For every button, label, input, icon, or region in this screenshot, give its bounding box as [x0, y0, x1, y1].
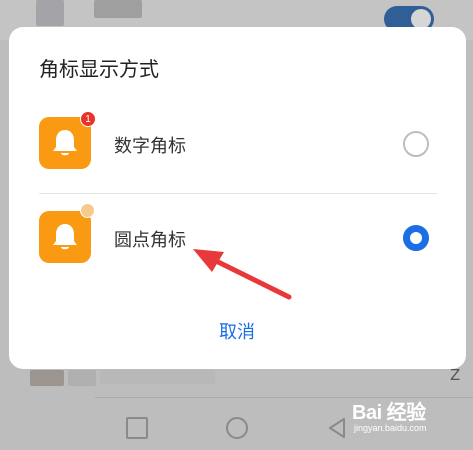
option-label-number: 数字角标 [114, 136, 186, 157]
bell-icon [39, 211, 91, 263]
dialog-title: 角标显示方式 [39, 57, 159, 81]
option-divider [39, 193, 437, 194]
background-blurred-text-2 [68, 370, 96, 386]
watermark-url: jingyan.baidu.com [354, 423, 427, 433]
dot-badge [80, 203, 95, 218]
number-badge: 1 [80, 111, 96, 127]
badge-style-dialog: 角标显示方式 1 数字角标 圆点角标 取消 [9, 27, 466, 369]
option-label-dot: 圆点角标 [114, 230, 186, 251]
background-blurred-text-3 [100, 370, 215, 384]
option-number-badge[interactable]: 1 数字角标 [9, 105, 466, 187]
baidu-jingyan-watermark: Bai 经验 jingyan.baidu.com [352, 396, 470, 446]
option-dot-badge[interactable]: 圆点角标 [9, 199, 466, 281]
cancel-button[interactable]: 取消 [187, 317, 287, 349]
recent-apps-square-icon[interactable] [126, 417, 148, 439]
radio-number-badge[interactable] [403, 131, 429, 157]
background-blurred-avatar-2 [30, 370, 64, 386]
home-circle-icon[interactable] [226, 417, 248, 439]
background-blurred-avatar [36, 0, 64, 26]
watermark-logo: Bai 经验 [352, 402, 426, 424]
background-blurred-text [94, 0, 142, 18]
back-triangle-icon[interactable] [326, 417, 348, 439]
radio-dot-badge-selected[interactable] [403, 225, 429, 251]
